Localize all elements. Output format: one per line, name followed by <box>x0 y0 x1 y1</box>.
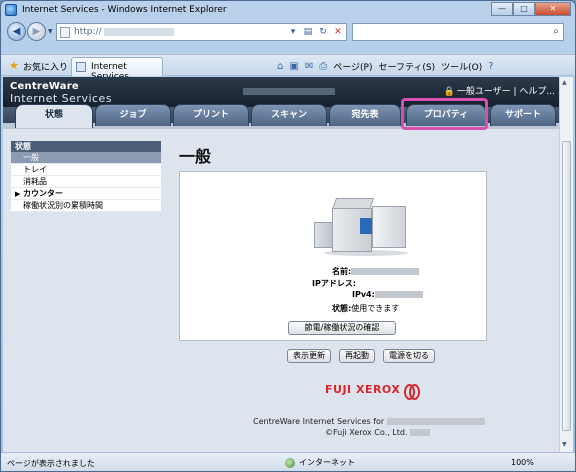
browser-tab[interactable]: Internet Services <box>71 57 163 82</box>
search-icon[interactable]: ⌕ <box>553 26 559 37</box>
page-title: 一般 <box>179 147 212 166</box>
mail-icon[interactable]: ✉ <box>305 61 313 72</box>
home-icon[interactable]: ⌂ <box>277 61 283 72</box>
tab-jobs[interactable]: ジョブ <box>95 104 171 126</box>
printer-image <box>314 188 414 258</box>
scroll-thumb[interactable] <box>562 141 571 431</box>
favorites-button[interactable]: お気に入り <box>23 60 68 73</box>
address-redacted <box>103 28 174 36</box>
cw-header: CentreWare Internet Services 🔒 一般ユーザー | ヘ… <box>3 77 559 107</box>
tab-support[interactable]: サポート <box>490 104 556 126</box>
footer-product-text: CentreWare Internet Services for <box>253 417 385 426</box>
tab-page-icon <box>76 62 86 72</box>
refresh-icon[interactable]: ↻ <box>317 26 329 38</box>
sidebar-item-consumables[interactable]: 消耗品 <box>11 176 161 188</box>
ip-label: IPアドレス: <box>312 279 357 288</box>
refresh-button[interactable]: 表示更新 <box>287 349 331 363</box>
favorites-bar: ★ お気に入り Internet Services ⌂ ▣ ✉ ⎙ ページ(P)… <box>1 54 575 82</box>
help-icon[interactable]: ? <box>488 61 493 72</box>
search-input[interactable]: ⌕ <box>352 23 564 41</box>
ipv4-label: IPv4: <box>352 290 375 299</box>
zoom-level[interactable]: 100% <box>511 458 534 467</box>
user-links-text[interactable]: 一般ユーザー | ヘルプ... <box>457 87 555 97</box>
back-button[interactable]: ◀ <box>7 22 26 41</box>
maximize-button[interactable]: □ <box>513 2 535 16</box>
ipv4-row: IPv4: <box>352 290 423 299</box>
window-controls: — □ ✕ <box>491 2 571 16</box>
tab-address-book[interactable]: 宛先表 <box>329 104 401 126</box>
minimize-button[interactable]: — <box>491 2 513 16</box>
user-links[interactable]: 🔒 一般ユーザー | ヘルプ... <box>444 84 555 97</box>
close-button[interactable]: ✕ <box>535 2 571 16</box>
sidebar-item-counters[interactable]: ▶ カウンター <box>11 188 161 200</box>
stop-icon[interactable]: ✕ <box>332 26 344 38</box>
device-panel: 名前: IPアドレス: IPv4: 状態:使用できます 節電/稼働状況の確認 <box>179 171 487 341</box>
ip-row: IPアドレス: <box>312 278 356 289</box>
name-row: 名前: <box>332 266 420 277</box>
sidebar-item-uptime[interactable]: 稼働状況別の累積時間 <box>11 200 161 212</box>
ie-icon <box>5 4 17 16</box>
footer-product: CentreWare Internet Services for <box>253 417 485 426</box>
status-label: 状態: <box>332 304 352 313</box>
tools-menu[interactable]: ツール(O) <box>441 60 482 73</box>
name-label: 名前: <box>332 267 352 276</box>
title-bar: Internet Services - Windows Internet Exp… <box>1 1 575 19</box>
forward-button[interactable]: ▶ <box>27 22 46 41</box>
sidebar-item-general[interactable]: 一般 <box>11 152 161 164</box>
brand-text: FUJI XEROX <box>325 383 401 396</box>
address-tools: ▾ ▤ ↻ ✕ <box>287 26 344 38</box>
power-off-button[interactable]: 電源を切る <box>383 349 435 363</box>
expand-arrow-icon: ▶ <box>15 190 21 198</box>
status-bar: ページが表示されました インターネット 100% <box>1 452 575 471</box>
safety-menu[interactable]: セーフティ(S) <box>378 60 435 73</box>
sidebar-item-trays[interactable]: トレイ <box>11 164 161 176</box>
tab-status[interactable]: 状態 <box>15 104 93 128</box>
power-status-button[interactable]: 節電/稼働状況の確認 <box>288 321 396 335</box>
status-value: 使用できます <box>351 304 400 313</box>
cw-logo-line1: CentreWare <box>10 81 79 92</box>
device-name-redacted <box>243 88 335 95</box>
name-value-redacted <box>351 268 420 275</box>
tab-print[interactable]: プリント <box>173 104 249 126</box>
address-row: ◀ ▶ ▼ http:// ▾ ▤ ↻ ✕ ⌕ <box>1 19 575 45</box>
command-bar: ⌂ ▣ ✉ ⎙ ページ(P) セーフティ(S) ツール(O) ? <box>277 60 494 73</box>
address-bar[interactable]: http:// ▾ ▤ ↻ ✕ <box>56 23 347 41</box>
ipv4-value-redacted <box>374 291 423 298</box>
tab-scan[interactable]: スキャン <box>251 104 327 126</box>
status-text: ページが表示されました <box>7 459 95 468</box>
footer-model-redacted <box>386 418 485 425</box>
globe-icon <box>285 457 295 468</box>
address-dropdown-icon[interactable]: ▾ <box>287 26 299 38</box>
sidebar-header[interactable]: 状態 <box>11 141 161 152</box>
zone-label: インターネット <box>299 458 355 467</box>
scroll-down-icon[interactable]: ▼ <box>562 441 567 448</box>
print-icon[interactable]: ⎙ <box>319 61 327 72</box>
feeds-icon[interactable]: ▣ <box>289 61 298 72</box>
compatibility-icon[interactable]: ▤ <box>302 26 314 38</box>
footer-copyright: ©Fuji Xerox Co., Ltd. <box>325 428 431 437</box>
page-icon <box>60 26 70 38</box>
footer-copyright-text: ©Fuji Xerox Co., Ltd. <box>325 428 408 437</box>
page-menu[interactable]: ページ(P) <box>333 60 372 73</box>
vertical-scrollbar[interactable]: ▲ ▼ <box>559 77 573 452</box>
scroll-up-icon[interactable]: ▲ <box>562 79 567 86</box>
xerox-mark-icon <box>404 383 421 400</box>
sidebar: 状態 一般 トレイ 消耗品 ▶ カウンター 稼働状況別の累積時間 <box>11 141 161 212</box>
status-row: 状態:使用できます <box>332 303 399 314</box>
history-dropdown-icon[interactable]: ▼ <box>48 28 53 35</box>
favorites-star-icon[interactable]: ★ <box>9 59 19 72</box>
sidebar-item-counters-label: カウンター <box>23 189 63 198</box>
fuji-xerox-logo: FUJI XEROX <box>325 383 421 400</box>
restart-button[interactable]: 再起動 <box>339 349 375 363</box>
lock-icon: 🔒 <box>443 87 455 97</box>
browser-window: Internet Services - Windows Internet Exp… <box>0 0 576 472</box>
address-url: http:// <box>74 27 102 37</box>
tab-properties[interactable]: プロパティ <box>406 104 486 126</box>
security-zone[interactable]: インターネット <box>285 457 355 468</box>
action-buttons: 表示更新 再起動 電源を切る <box>287 349 435 363</box>
footer-year-redacted <box>410 429 431 436</box>
content-area: 状態 一般 トレイ 消耗品 ▶ カウンター 稼働状況別の累積時間 一般 名前: … <box>3 129 559 452</box>
window-title: Internet Services - Windows Internet Exp… <box>22 5 227 15</box>
web-page: CentreWare Internet Services 🔒 一般ユーザー | ヘ… <box>3 77 573 452</box>
